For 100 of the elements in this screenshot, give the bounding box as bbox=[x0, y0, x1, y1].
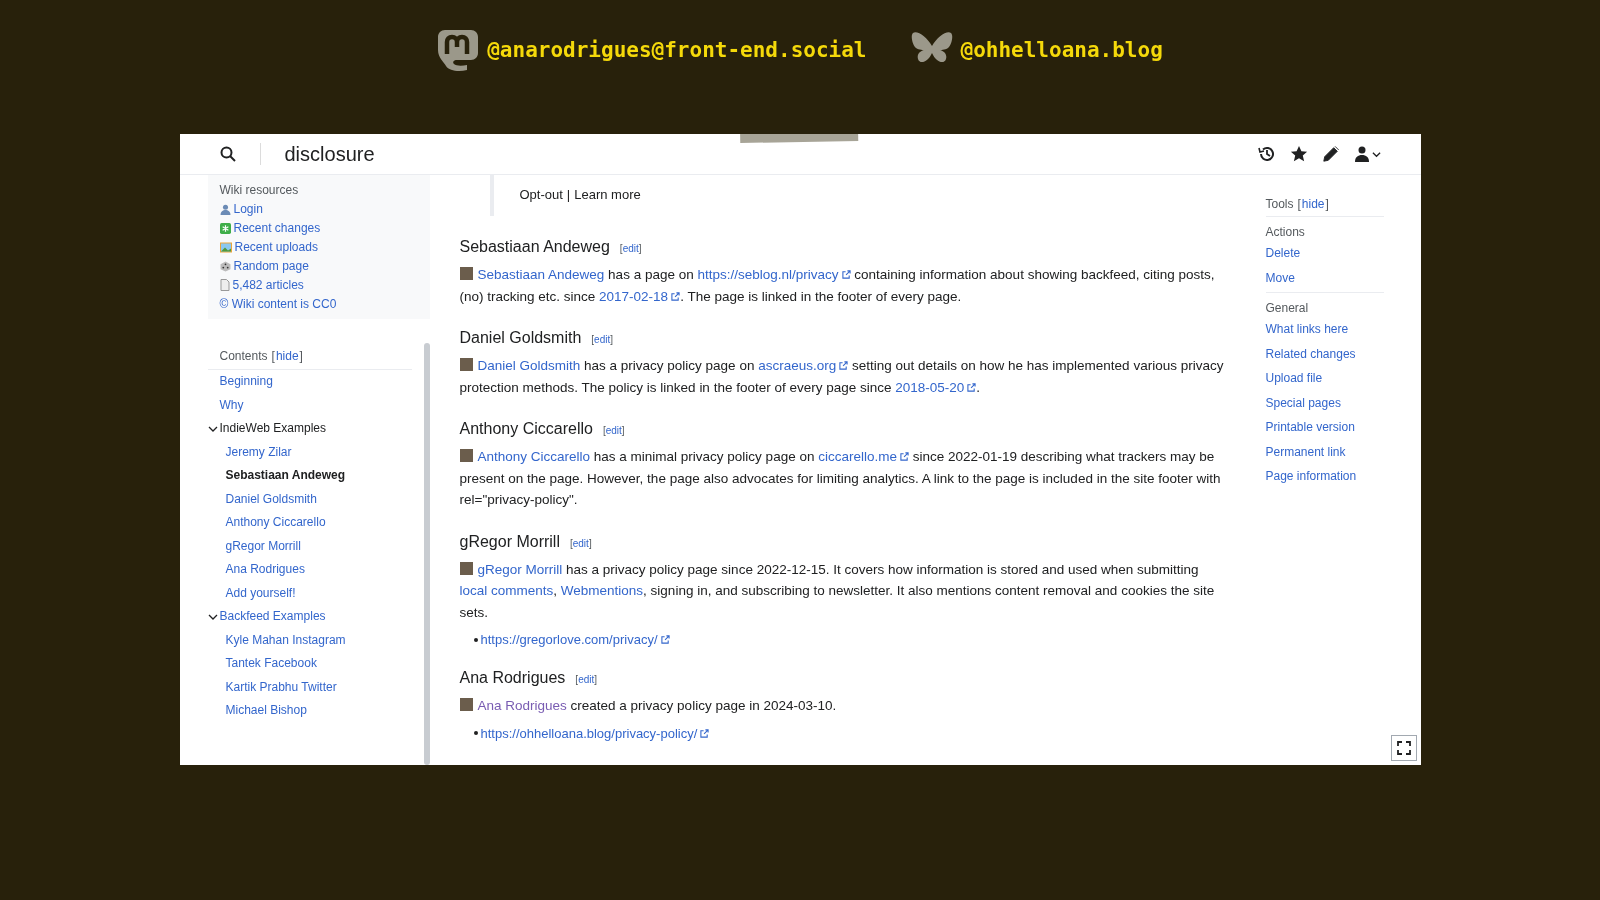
external-link-icon bbox=[839, 361, 849, 370]
section-heading: Anthony Ciccarello bbox=[459, 420, 593, 438]
tool-link[interactable]: Permanent link bbox=[1265, 439, 1384, 464]
user-icon bbox=[219, 203, 231, 215]
contents-heading: Contents bbox=[219, 349, 268, 363]
paragraph: gRegor Morrill has a privacy policy page since 2022-12-15. It covers how information is stored and used when submitting local comments, Webmentions, signing in, and subscribing to newsletter. It also mentions content removal and cookies the site sets. bbox=[459, 560, 1216, 622]
bracket: ] bbox=[1325, 197, 1329, 211]
link[interactable]: Anthony Ciccarello bbox=[477, 449, 591, 464]
external-link[interactable]: ascraeus.org bbox=[758, 358, 849, 373]
photo-placeholder bbox=[459, 698, 473, 711]
contents-link[interactable]: Kartik Prabhu Twitter bbox=[207, 675, 412, 699]
opt-out-link[interactable]: Opt-out bbox=[519, 187, 563, 202]
external-link-icon bbox=[671, 291, 681, 301]
photo-placeholder bbox=[459, 358, 473, 371]
external-link-icon bbox=[660, 635, 670, 644]
learn-more-link[interactable]: Learn more bbox=[574, 187, 641, 202]
tool-link[interactable]: Related changes bbox=[1265, 341, 1384, 366]
contents-link[interactable]: Beginning bbox=[207, 370, 412, 394]
user-menu-button[interactable] bbox=[1353, 146, 1381, 162]
resource-link[interactable]: 5,482 articles bbox=[219, 278, 418, 292]
link[interactable]: Sebastiaan Andeweg bbox=[477, 267, 605, 282]
social-handle: @anarodrigues@front-end.social bbox=[487, 38, 867, 62]
contents-link[interactable]: IndieWeb Examples bbox=[207, 417, 412, 441]
contents-link[interactable]: Add yourself! bbox=[207, 581, 412, 605]
resource-link[interactable]: © Wiki content is CC0 bbox=[219, 297, 418, 311]
resource-link[interactable]: Recent uploads bbox=[219, 240, 418, 254]
bullet-dot bbox=[473, 731, 478, 735]
pencil-icon bbox=[1321, 145, 1340, 163]
external-link[interactable]: https://seblog.nl/privacy bbox=[697, 267, 851, 282]
contents-link[interactable]: Kyle Mahan Instagram bbox=[207, 628, 412, 652]
contents-link[interactable]: Daniel Goldsmith bbox=[207, 487, 412, 511]
link[interactable]: Daniel Goldsmith bbox=[477, 358, 581, 373]
contents-link[interactable]: Why bbox=[207, 393, 412, 417]
contents-link[interactable]: Tantek Facebook bbox=[207, 652, 412, 676]
tool-link[interactable]: Move bbox=[1265, 265, 1384, 290]
link[interactable]: gRegor Morrill bbox=[477, 561, 563, 577]
history-button[interactable] bbox=[1257, 145, 1276, 163]
external-link[interactable]: https://gregorlove.com/privacy/ bbox=[480, 632, 670, 647]
tool-link[interactable]: Printable version bbox=[1265, 415, 1384, 440]
tools-heading: Tools bbox=[1265, 197, 1294, 211]
bracket: ] bbox=[621, 425, 625, 436]
tool-link[interactable]: Special pages bbox=[1265, 390, 1384, 415]
edit-button[interactable] bbox=[1321, 145, 1340, 163]
expand-icon bbox=[1396, 741, 1411, 755]
tool-link[interactable]: Upload file bbox=[1265, 366, 1384, 391]
star-icon bbox=[1289, 145, 1308, 163]
bracket: ] bbox=[588, 537, 592, 549]
link[interactable]: Ana Rodrigues bbox=[477, 698, 567, 713]
bracket: ] bbox=[299, 349, 303, 363]
paragraph: Ana Rodrigues created a privacy policy page in 2024-03-10. bbox=[459, 695, 1226, 717]
contents-link[interactable]: Michael Bishop bbox=[207, 699, 412, 723]
bracket: [ bbox=[591, 334, 595, 345]
contents-link[interactable]: gRegor Morrill bbox=[207, 534, 412, 558]
photo-placeholder bbox=[459, 561, 473, 575]
group-heading: General bbox=[1265, 300, 1310, 317]
tool-link[interactable]: Page information bbox=[1265, 464, 1384, 489]
bracket: [ bbox=[271, 349, 275, 363]
hide-link[interactable]: hide bbox=[275, 349, 299, 363]
tool-link[interactable]: What links here bbox=[1265, 317, 1384, 342]
contents-link[interactable]: Backfeed Examples bbox=[207, 605, 412, 629]
contents-link[interactable]: Jeremy Zilar bbox=[207, 440, 412, 464]
fullscreen-button[interactable] bbox=[1390, 735, 1417, 761]
paragraph: Sebastiaan Andeweg has a page on https://seblog.nl/privacy containing information about showing backfeed, citing posts, (no) tracking etc. since 2017-02-18 . The page is linked in the footer of every page. bbox=[459, 266, 1216, 306]
contents-link[interactable]: Ana Rodrigues bbox=[207, 558, 412, 582]
resource-link[interactable]: Login bbox=[219, 202, 418, 216]
social-handle: @ohhelloana.blog bbox=[960, 38, 1163, 62]
resource-link[interactable]: Recent changes bbox=[219, 221, 418, 235]
external-link[interactable]: ciccarello.me bbox=[818, 449, 909, 464]
hide-link[interactable]: hide bbox=[1301, 197, 1325, 211]
asterisk-icon bbox=[219, 222, 231, 234]
star-button[interactable] bbox=[1289, 145, 1308, 163]
search-button[interactable] bbox=[219, 146, 236, 162]
external-link[interactable]: 2018-05-20 bbox=[895, 379, 977, 395]
contents-link[interactable]: Anthony Ciccarello bbox=[207, 511, 412, 535]
bracket: ] bbox=[594, 674, 598, 685]
dice-icon bbox=[219, 260, 231, 272]
paragraph: Daniel Goldsmith has a privacy policy page on ascraeus.org setting out details on how he has implemented various privacy protection methods. The policy is linked in the footer of every page since 2018-05-20 . bbox=[459, 357, 1225, 397]
history-icon bbox=[1257, 145, 1276, 163]
section-heading: gRegor Morrill bbox=[459, 532, 560, 551]
external-link-icon bbox=[700, 728, 710, 738]
bracket: ] bbox=[610, 334, 613, 345]
bracket: [ bbox=[602, 425, 606, 436]
photo-placeholder bbox=[459, 449, 473, 462]
external-link[interactable]: 2017-02-18 bbox=[599, 288, 681, 304]
external-link[interactable]: https://ohhelloana.blog/privacy-policy/ bbox=[480, 725, 710, 741]
section-heading: Sebastiaan Andeweg bbox=[459, 238, 610, 256]
contents-link[interactable]: Sebastiaan Andeweg bbox=[207, 464, 412, 488]
section-heading: Ana Rodrigues bbox=[459, 669, 566, 687]
bracket: [ bbox=[569, 537, 573, 549]
scrollbar[interactable] bbox=[423, 343, 430, 765]
picture-icon bbox=[219, 241, 232, 253]
page-title: disclosure bbox=[284, 142, 375, 166]
caret-icon bbox=[1371, 149, 1381, 159]
resource-link[interactable]: Random page bbox=[219, 259, 418, 273]
external-link-icon bbox=[841, 270, 851, 279]
bracket: [ bbox=[575, 674, 579, 685]
tool-link[interactable]: Delete bbox=[1265, 241, 1384, 266]
bracket: [ bbox=[1297, 197, 1301, 211]
bracket: [ bbox=[619, 243, 623, 254]
search-icon bbox=[219, 146, 236, 162]
